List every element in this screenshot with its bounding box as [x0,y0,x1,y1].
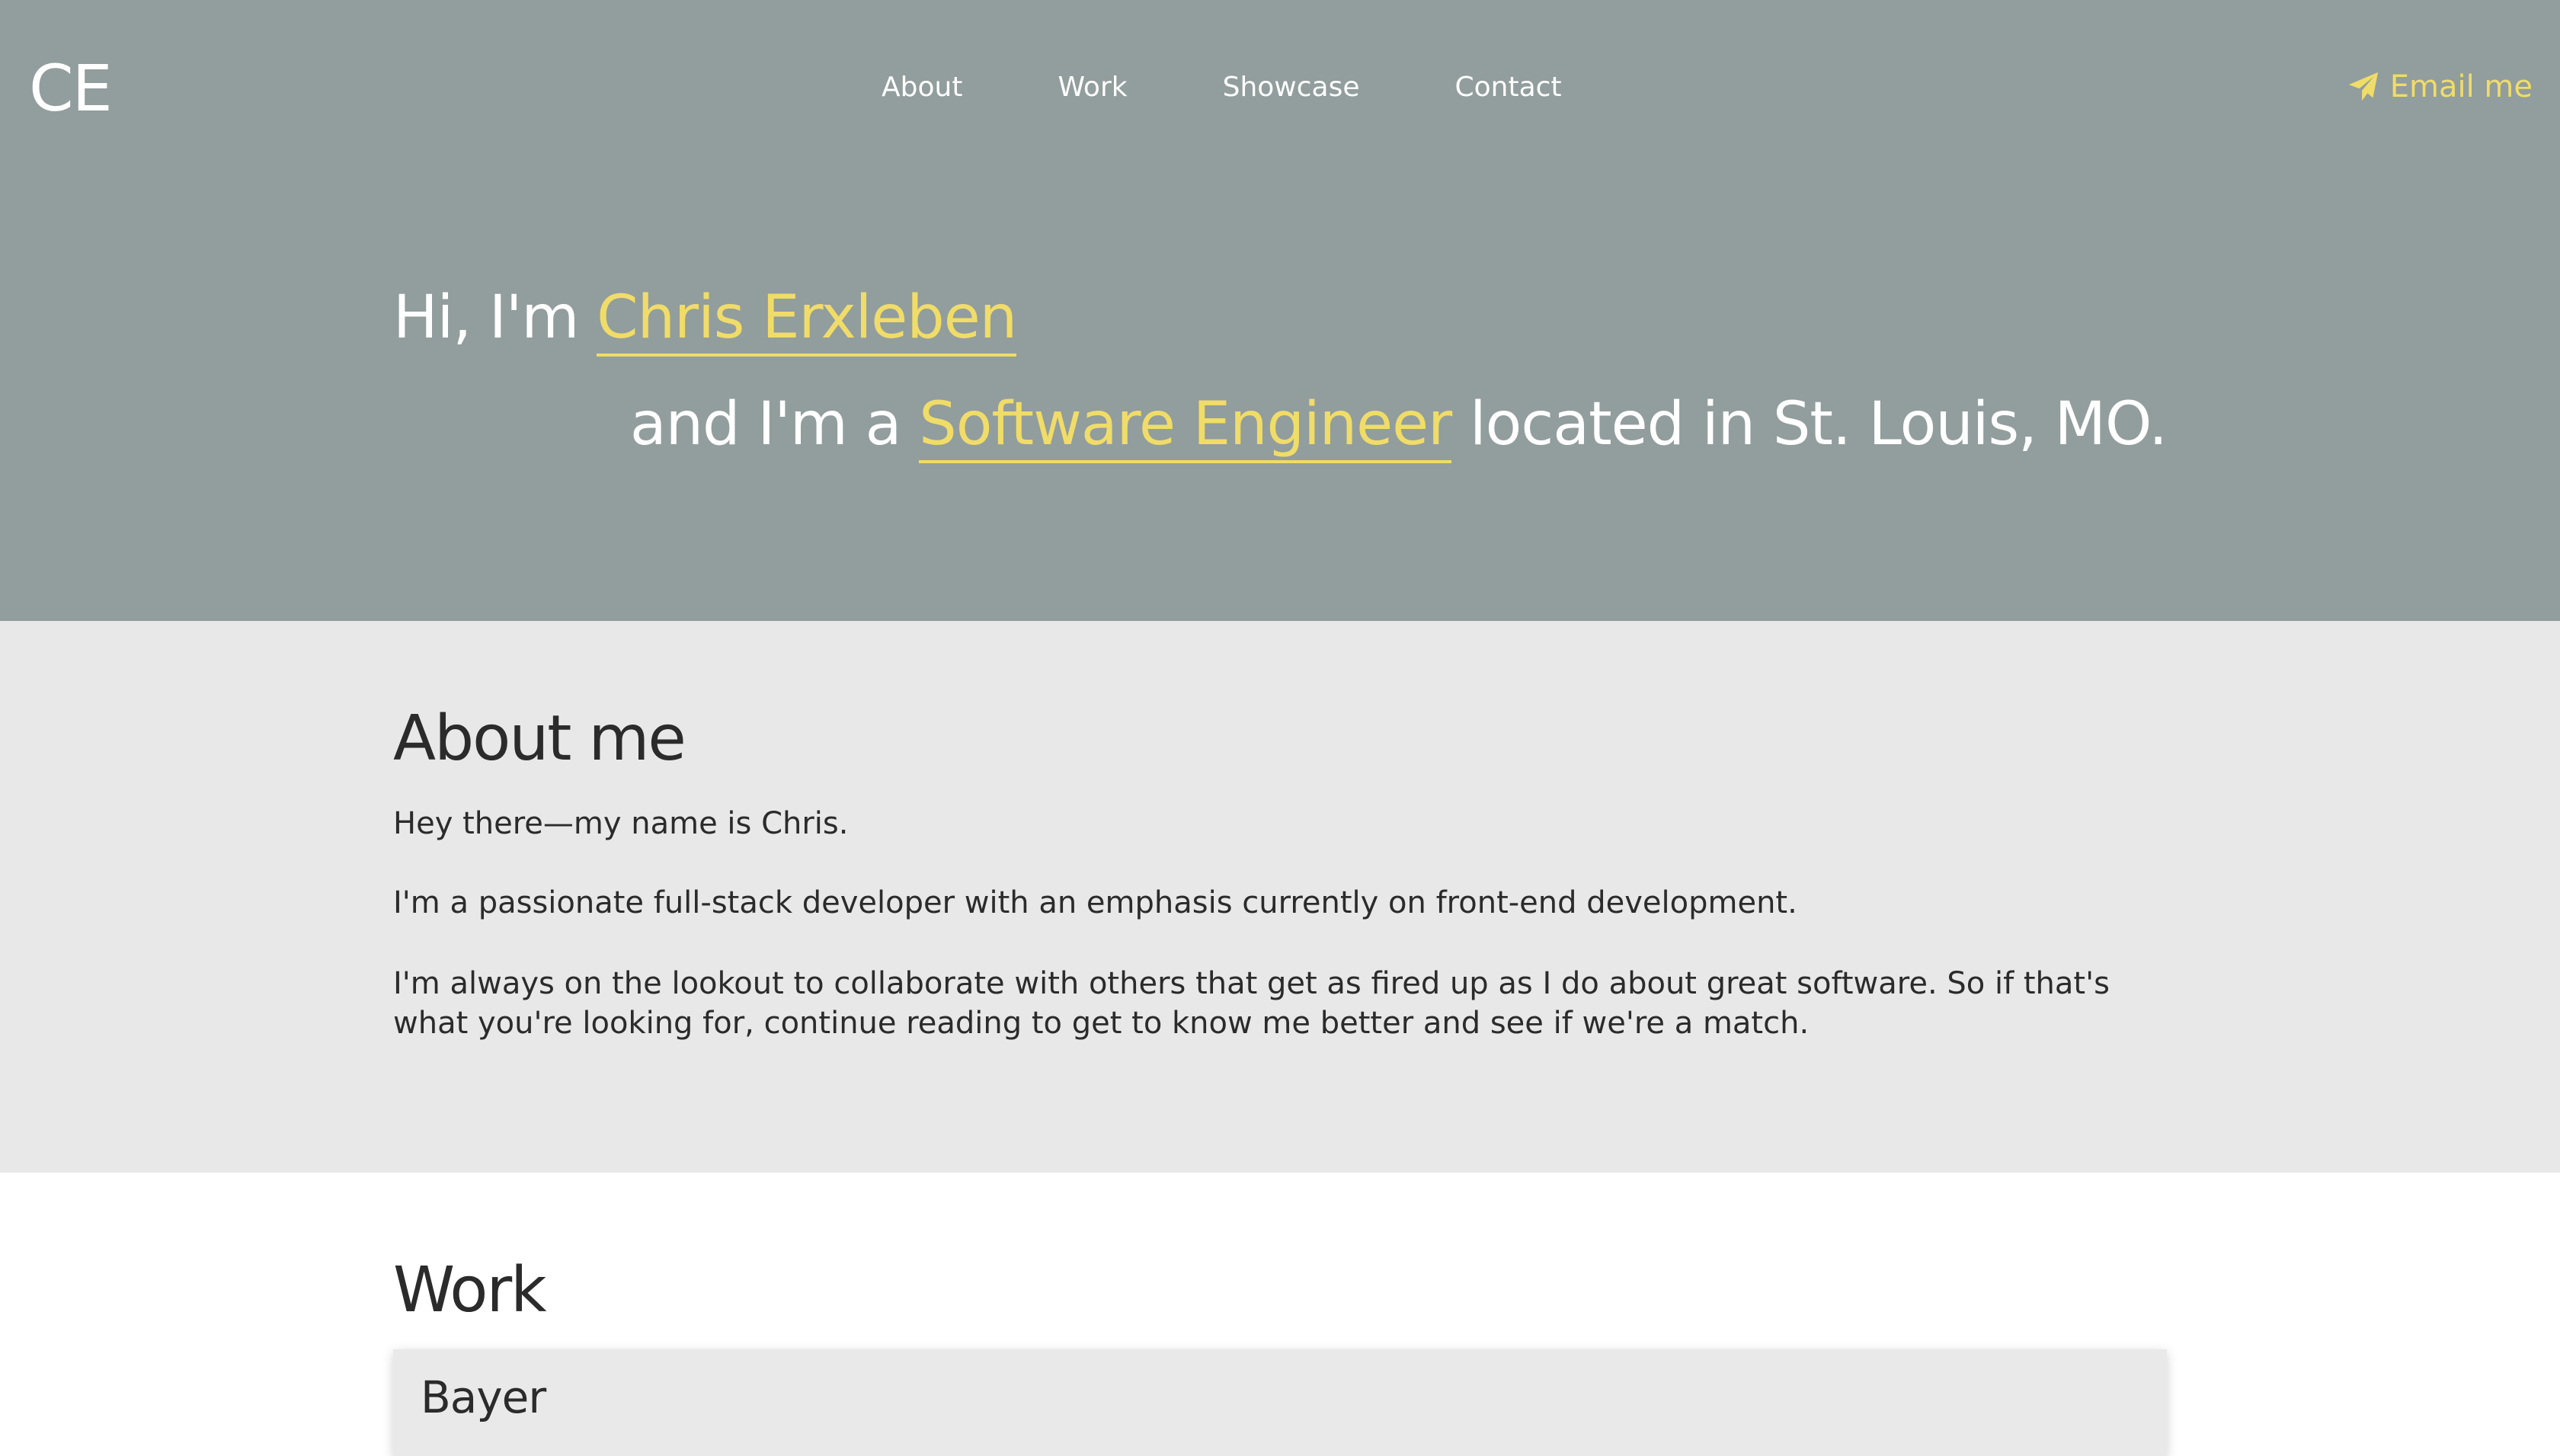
hero-greeting: Hi, I'm Chris Erxleben [393,276,1017,360]
role-suffix: located in St. Louis, MO. [1451,390,2168,459]
about-title: About me [393,702,686,775]
about-paragraph: Hey there—my name is Chris. [393,806,849,841]
paper-plane-icon [2346,69,2381,104]
email-me-label: Email me [2389,69,2533,104]
about-paragraph: I'm always on the lookout to collaborate… [393,966,2110,1041]
hero-role: and I'm a Software Engineer located in S… [629,382,2168,466]
main-nav: About Work Showcase Contact [882,68,1562,107]
role-link[interactable]: Software Engineer [919,390,1452,463]
work-title: Work [393,1254,547,1326]
nav-about-link[interactable]: About [882,68,962,107]
hero-section: CE About Work Showcase Contact Email me … [0,0,2560,621]
greeting-prefix: Hi, I'm [393,283,597,352]
site-logo[interactable]: CE [29,52,113,125]
email-me-link[interactable]: Email me [2346,66,2533,108]
role-prefix: and I'm a [629,390,920,459]
about-section: About me Hey there—my name is Chris. I'm… [0,621,2560,1173]
nav-work-link[interactable]: Work [1058,68,1127,107]
nav-contact-link[interactable]: Contact [1455,68,1562,107]
nav-showcase-link[interactable]: Showcase [1223,68,1360,107]
about-paragraph: I'm a passionate full-stack developer wi… [393,885,1797,920]
name-link[interactable]: Chris Erxleben [597,283,1017,357]
job-company: Bayer [421,1371,546,1423]
work-section: Work Bayer [0,1173,2560,1456]
job-card[interactable]: Bayer [393,1349,2167,1456]
